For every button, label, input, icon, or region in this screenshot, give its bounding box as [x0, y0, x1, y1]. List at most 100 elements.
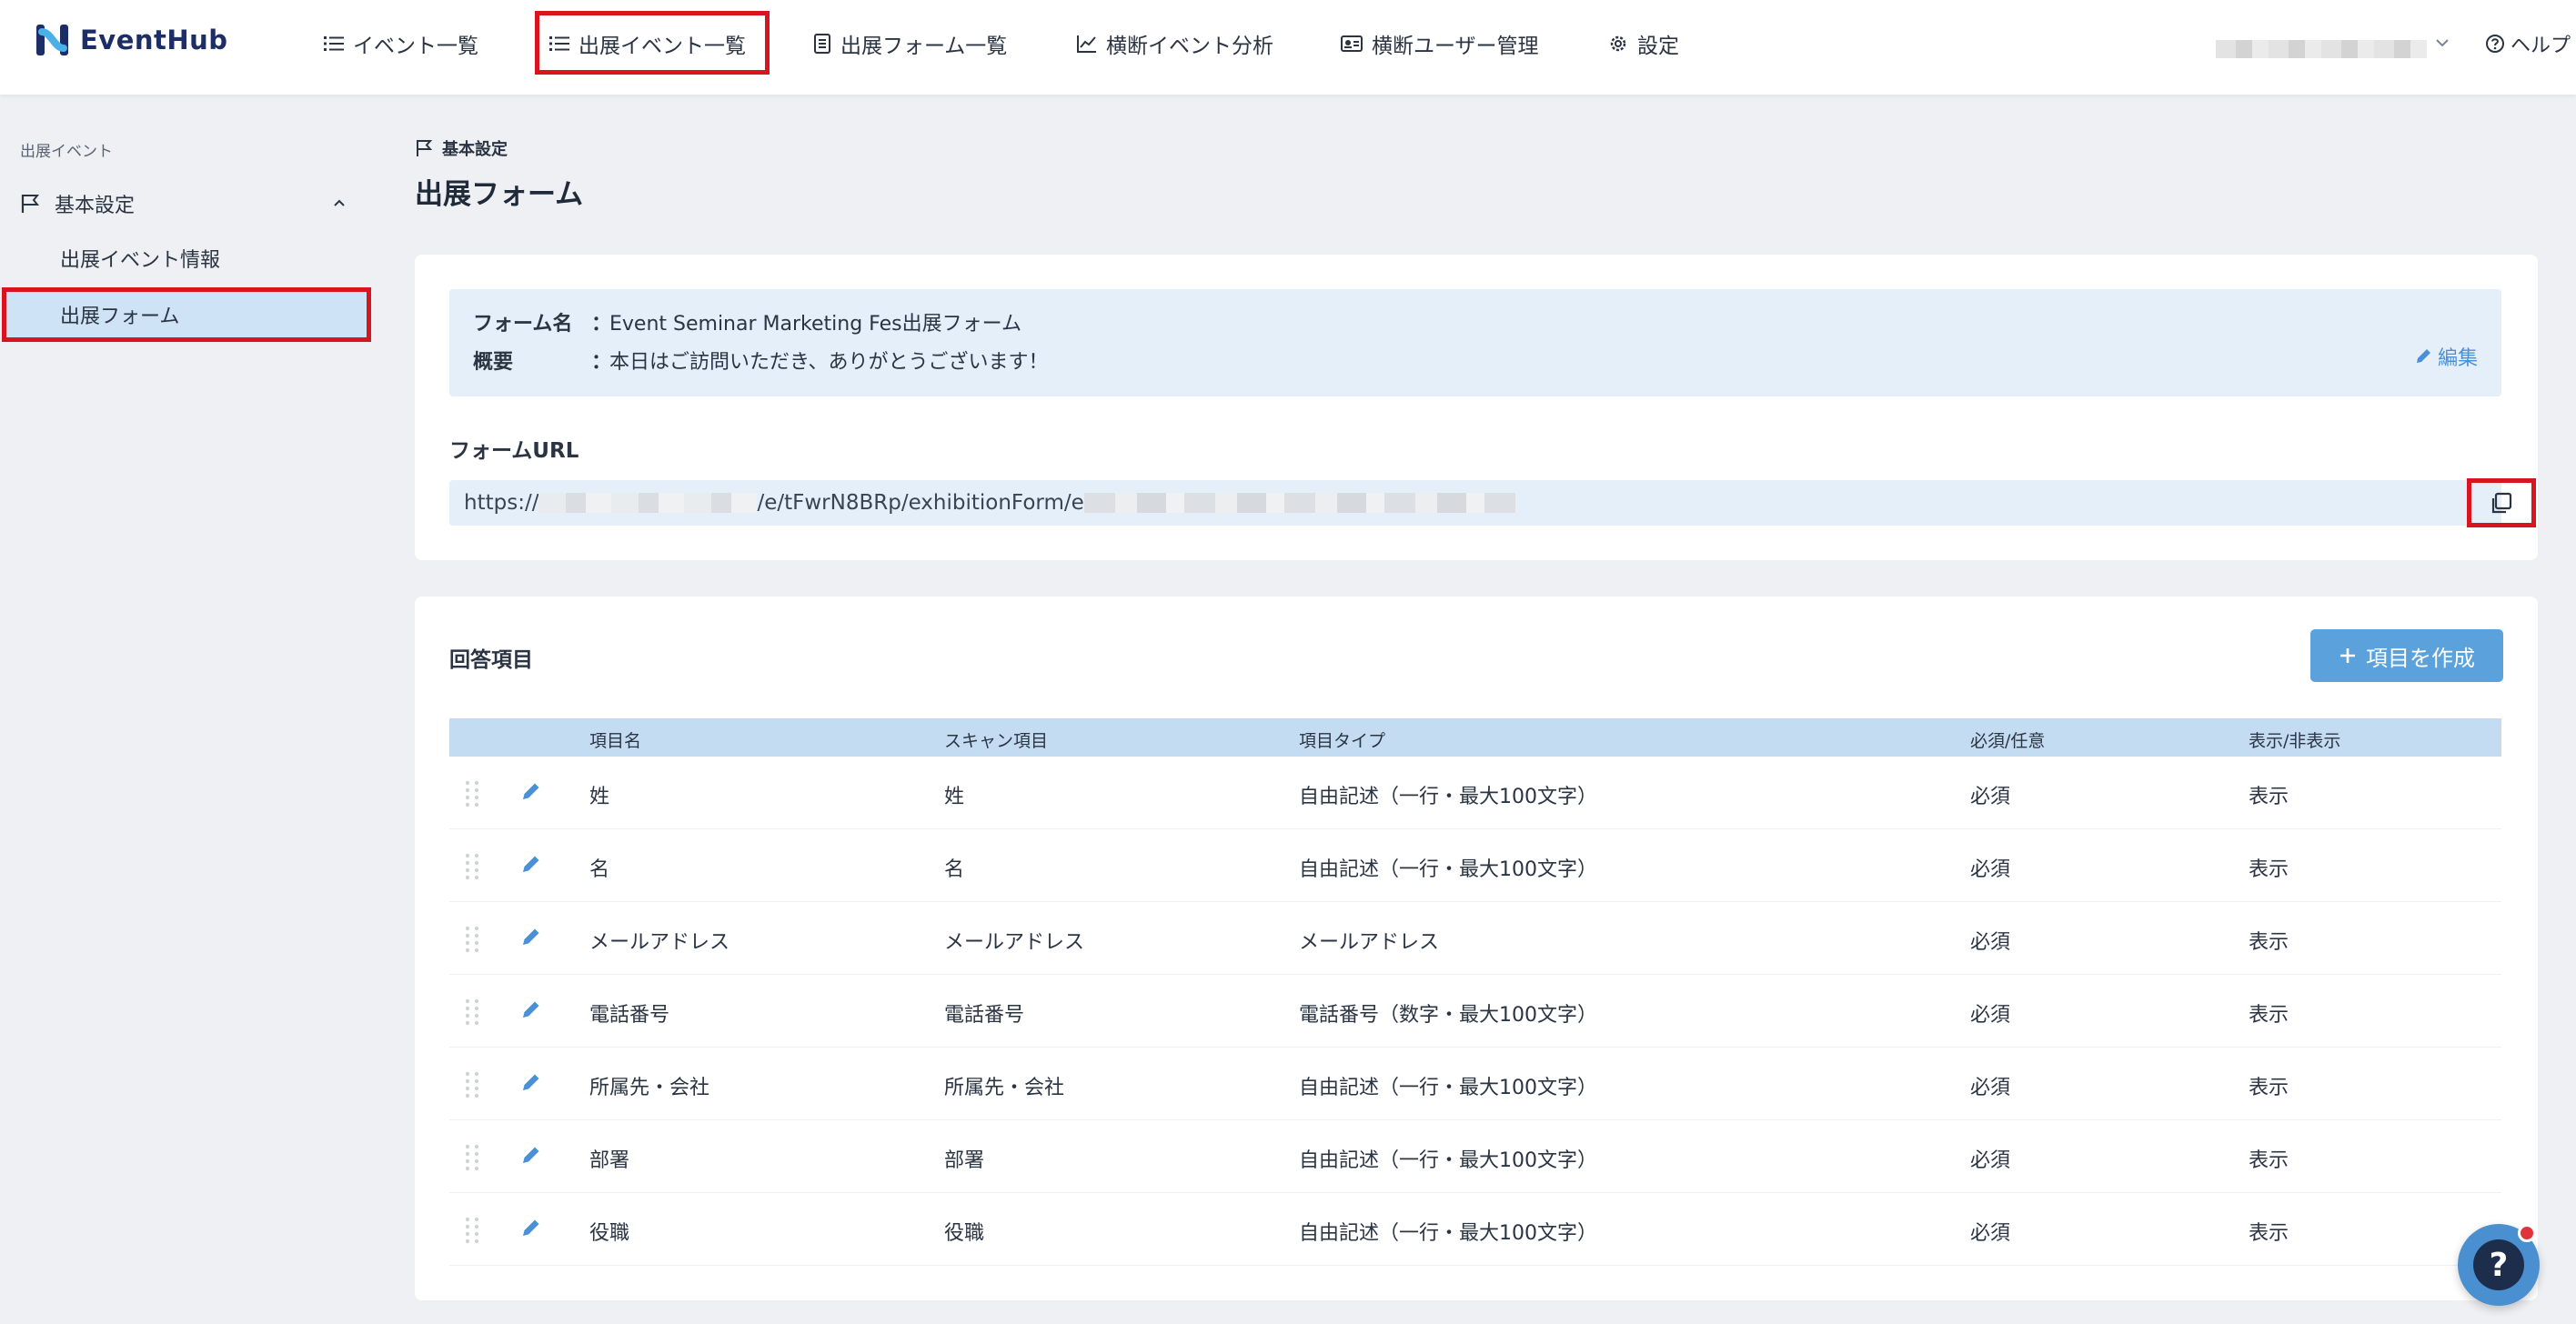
cell-required: 必須 — [1970, 1004, 2011, 1027]
form-name-value: Event Seminar Marketing Fes出展フォーム — [609, 313, 1021, 336]
separator: ： — [591, 351, 612, 374]
edit-row-pencil-icon[interactable] — [520, 780, 542, 802]
table-row: 部署 部署 自由記述（一行・最大100文字） 必須 表示 — [449, 1120, 2501, 1193]
nav-exhibition-form-list[interactable]: 出展フォーム一覧 — [813, 24, 1007, 64]
cell-scan-item: 役職 — [944, 1222, 985, 1245]
create-item-label: 項目を作成 — [2366, 645, 2475, 671]
cell-required: 必須 — [1970, 931, 2011, 954]
cell-scan-item: 所属先・会社 — [944, 1077, 1065, 1099]
cell-scan-item: 電話番号 — [944, 1004, 1025, 1027]
edit-row-pencil-icon[interactable] — [520, 1217, 542, 1239]
cell-required: 必須 — [1970, 1149, 2011, 1172]
form-url-label: フォームURL — [449, 439, 579, 463]
chevron-down-icon[interactable] — [2434, 35, 2450, 51]
document-icon — [814, 34, 830, 54]
cell-scan-item: 名 — [944, 858, 965, 881]
cell-visibility: 表示 — [2249, 1222, 2289, 1245]
drag-handle-icon[interactable] — [462, 997, 484, 1028]
cell-required: 必須 — [1970, 858, 2011, 881]
notification-dot — [2518, 1224, 2536, 1242]
user-account-menu[interactable] — [2216, 40, 2427, 58]
nav-label: 横断イベント分析 — [1106, 35, 1273, 58]
nav-label: 横断ユーザー管理 — [1372, 35, 1539, 58]
table-header: 項目名 スキャン項目 項目タイプ 必須/任意 表示/非表示 — [449, 718, 2501, 757]
drag-handle-icon[interactable] — [462, 1215, 484, 1246]
help-label: ヘルプ — [2511, 35, 2571, 57]
table-row: 電話番号 電話番号 電話番号（数字・最大100文字） 必須 表示 — [449, 975, 2501, 1048]
table-row: メールアドレス メールアドレス メールアドレス 必須 表示 — [449, 902, 2501, 975]
cell-visibility: 表示 — [2249, 1077, 2289, 1099]
form-summary-value: 本日はご訪問いただき、ありがとうございます！ — [609, 351, 1049, 374]
form-url-field: https:// /e/tFwrN8BRp/exhibitionForm/e — [449, 478, 2536, 527]
edit-row-pencil-icon[interactable] — [520, 998, 542, 1020]
plus-icon — [2340, 648, 2355, 663]
form-summary-key: 概要 — [473, 351, 514, 374]
column-header-required: 必須/任意 — [1970, 731, 2046, 751]
sidebar-group-label: 基本設定 — [55, 195, 136, 217]
cell-item-type: 電話番号（数字・最大100文字） — [1299, 1004, 1597, 1027]
form-info-box: フォーム名 ： Event Seminar Marketing Fes出展フォー… — [449, 289, 2501, 396]
top-navigation-bar: EventHub イベント一覧 出展イベント一覧 出展フォーム一覧 横断イベント… — [0, 0, 2576, 95]
url-prefix: https:// — [464, 491, 539, 515]
nav-cross-user-management[interactable]: 横断ユーザー管理 — [1341, 24, 1539, 64]
cell-item-name: メールアドレス — [589, 931, 730, 954]
cell-visibility: 表示 — [2249, 786, 2289, 808]
column-header-visibility: 表示/非表示 — [2249, 731, 2341, 751]
cell-scan-item: メールアドレス — [944, 931, 1085, 954]
column-header-item-name: 項目名 — [589, 731, 642, 751]
url-redacted-domain — [538, 493, 758, 513]
sidebar-group-basic-settings[interactable]: 基本設定 — [20, 187, 347, 220]
edit-row-pencil-icon[interactable] — [520, 853, 542, 875]
drag-handle-icon[interactable] — [462, 778, 484, 809]
flag-icon — [417, 140, 433, 156]
pencil-icon — [2416, 349, 2430, 363]
app-logo[interactable]: EventHub — [35, 20, 228, 60]
cell-item-type: 自由記述（一行・最大100文字） — [1299, 786, 1597, 808]
nav-cross-event-analysis[interactable]: 横断イベント分析 — [1077, 24, 1273, 64]
cell-item-name: 電話番号 — [589, 1004, 670, 1027]
drag-handle-icon[interactable] — [462, 924, 484, 955]
column-header-item-type: 項目タイプ — [1299, 731, 1386, 751]
drag-handle-icon[interactable] — [462, 851, 484, 882]
drag-handle-icon[interactable] — [462, 1069, 484, 1100]
create-item-button[interactable]: 項目を作成 — [2310, 629, 2503, 682]
flag-icon — [21, 195, 40, 213]
cell-scan-item: 姓 — [944, 786, 965, 808]
cell-item-type: 自由記述（一行・最大100文字） — [1299, 1222, 1597, 1245]
answer-items-table: 項目名 スキャン項目 項目タイプ 必須/任意 表示/非表示 姓姓自由記述（一行・… — [449, 718, 2501, 1266]
cell-required: 必須 — [1970, 786, 2011, 808]
help-link[interactable]: ヘルプ — [2485, 27, 2571, 60]
nav-label: 設定 — [1637, 35, 1679, 58]
question-circle-icon — [2486, 35, 2504, 53]
id-card-icon — [1341, 35, 1363, 52]
sidebar-item-exhibition-event-info[interactable]: 出展イベント情報 — [60, 244, 220, 273]
column-header-scan-item: スキャン項目 — [944, 731, 1049, 751]
cell-item-type: 自由記述（一行・最大100文字） — [1299, 858, 1597, 881]
gear-icon — [1610, 35, 1626, 52]
edit-label: 編集 — [2437, 347, 2478, 370]
chevron-up-icon[interactable] — [331, 195, 347, 211]
cell-item-name: 姓 — [589, 786, 610, 808]
edit-row-pencil-icon[interactable] — [520, 926, 542, 948]
cell-item-type: メールアドレス — [1299, 931, 1440, 954]
cell-item-name: 役職 — [589, 1222, 630, 1245]
table-row: 役職 役職 自由記述（一行・最大100文字） 必須 表示 — [449, 1193, 2501, 1266]
eventhub-logo-icon — [36, 25, 68, 55]
table-row: 所属先・会社 所属先・会社 自由記述（一行・最大100文字） 必須 表示 — [449, 1048, 2501, 1120]
help-chat-question-icon: ? — [2473, 1239, 2524, 1290]
cell-item-name: 部署 — [589, 1149, 630, 1172]
cell-required: 必須 — [1970, 1222, 2011, 1245]
cell-visibility: 表示 — [2249, 1004, 2289, 1027]
edit-form-button[interactable]: 編集 — [2414, 342, 2478, 371]
table-row: 姓 姓 自由記述（一行・最大100文字） 必須 表示 — [449, 757, 2501, 829]
cell-visibility: 表示 — [2249, 858, 2289, 881]
nav-highlight-box — [535, 11, 770, 75]
chart-icon — [1077, 35, 1096, 53]
sidebar-caption: 出展イベント — [20, 143, 113, 161]
drag-handle-icon[interactable] — [462, 1142, 484, 1173]
edit-row-pencil-icon[interactable] — [520, 1071, 542, 1093]
nav-event-list[interactable]: イベント一覧 — [324, 24, 478, 64]
nav-settings[interactable]: 設定 — [1608, 24, 1679, 64]
url-path: /e/tFwrN8BRp/exhibitionForm/e — [757, 491, 1084, 515]
edit-row-pencil-icon[interactable] — [520, 1144, 542, 1166]
